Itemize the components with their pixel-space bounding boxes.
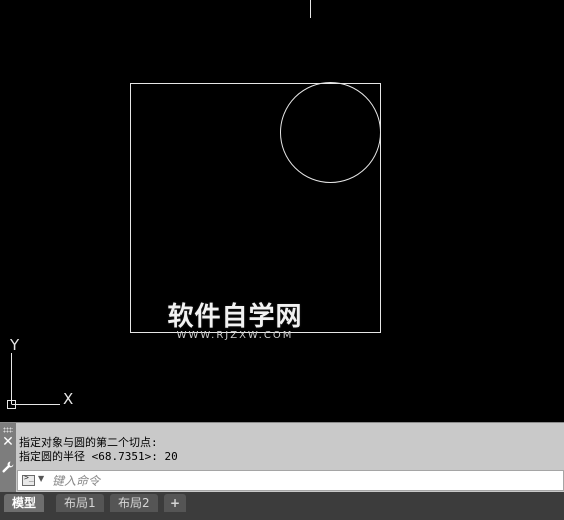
- command-panel-handle[interactable]: ✕: [0, 423, 16, 493]
- tab-label: 布局1: [64, 496, 96, 510]
- drawing-geometry: Y X: [7, 0, 381, 409]
- ucs-y-label: Y: [9, 336, 20, 354]
- drawing-canvas[interactable]: Y X 软件自学网 WWW.RJZXW.COM: [0, 0, 564, 422]
- chevron-down-icon[interactable]: ▼: [38, 474, 44, 483]
- ucs-x-label: X: [63, 390, 73, 408]
- command-history-line: 指定圆的半径 <68.7351>: 20: [19, 450, 178, 463]
- command-history: 指定对象与圆的第二个切点: 指定圆的半径 <68.7351>: 20: [19, 436, 559, 464]
- command-input[interactable]: [52, 472, 552, 489]
- tab-model[interactable]: 模型: [4, 494, 45, 512]
- grip-icon[interactable]: [3, 427, 13, 433]
- tangent-circle[interactable]: [280, 82, 381, 183]
- square-object[interactable]: [130, 83, 381, 333]
- tab-layout1[interactable]: 布局1: [56, 494, 104, 512]
- command-prompt-glyph: >_: [24, 473, 34, 482]
- close-icon[interactable]: ✕: [1, 435, 15, 449]
- tab-layout2[interactable]: 布局2: [110, 494, 158, 512]
- watermark-title: 软件自学网: [167, 302, 303, 332]
- command-line-panel: ✕ 指定对象与圆的第二个切点: 指定圆的半径 <68.7351>: 20 >_ …: [0, 422, 564, 493]
- command-input-row: >_ ▼: [17, 470, 564, 491]
- layout-tab-bar: 模型 布局1 布局2 +: [0, 492, 564, 520]
- plus-icon: +: [170, 496, 181, 510]
- ucs-icon: Y X: [7, 336, 73, 409]
- command-history-line: 指定对象与圆的第二个切点:: [19, 436, 158, 449]
- wrench-icon[interactable]: [1, 459, 15, 473]
- command-prompt-icon[interactable]: >_: [22, 473, 35, 486]
- add-layout-button[interactable]: +: [164, 494, 187, 512]
- watermark: 软件自学网 WWW.RJZXW.COM: [150, 302, 320, 341]
- tab-label: 布局2: [118, 496, 150, 510]
- tab-label: 模型: [12, 496, 37, 510]
